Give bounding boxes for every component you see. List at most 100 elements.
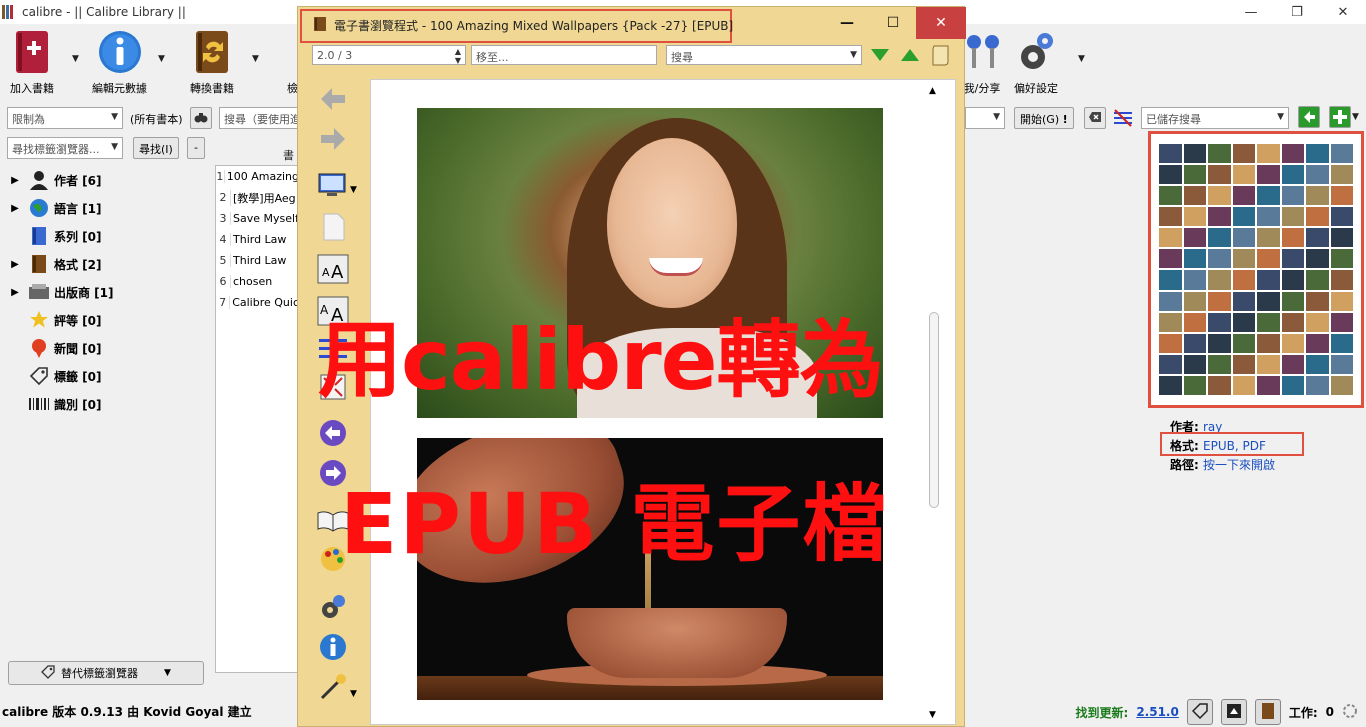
saved-search-back-button[interactable] bbox=[1298, 106, 1320, 128]
edit-metadata-button[interactable]: 編輯元數據 bbox=[92, 28, 147, 96]
add-books-button[interactable]: 加入書籍 bbox=[8, 28, 56, 96]
print-dropdown-icon[interactable]: ▼ bbox=[350, 689, 357, 699]
add-saved-search-button[interactable] bbox=[1329, 106, 1351, 128]
table-row[interactable]: 1 100 Amazing bbox=[216, 166, 299, 187]
expand-arrow-icon[interactable]: ▶ bbox=[8, 287, 22, 298]
saved-search-combo[interactable]: 已儲存搜尋 ▼ bbox=[1141, 107, 1289, 129]
row-number: 5 bbox=[219, 254, 227, 267]
cover-thumbnail-tile bbox=[1257, 312, 1280, 332]
cover-thumbnail-tile bbox=[1232, 249, 1255, 269]
convert-dropdown-icon[interactable]: ▼ bbox=[252, 54, 259, 64]
jobs-count[interactable]: 0 bbox=[1326, 705, 1334, 719]
book-cover[interactable] bbox=[1148, 131, 1364, 408]
table-row[interactable]: 4 Third Law bbox=[216, 229, 299, 250]
print-button[interactable] bbox=[316, 671, 350, 705]
scroll-down-icon[interactable]: ▼ bbox=[929, 710, 936, 720]
cover-thumbnail-tile bbox=[1208, 354, 1231, 374]
tag-browser-item[interactable]: 系列 [0] bbox=[0, 222, 210, 250]
book-list-header[interactable]: 書 bbox=[215, 143, 300, 165]
globe-icon bbox=[28, 197, 50, 219]
table-row[interactable]: 7 Calibre Quic bbox=[216, 292, 299, 313]
format-link[interactable]: EPUB, PDF bbox=[1203, 439, 1266, 453]
book-details-toggle-button[interactable] bbox=[1254, 699, 1281, 725]
metadata-button[interactable] bbox=[316, 631, 350, 665]
expand-arrow-icon[interactable]: ▶ bbox=[8, 203, 22, 214]
copy-button[interactable] bbox=[316, 169, 350, 203]
tag-browser-item[interactable]: 標籤 [0] bbox=[0, 362, 210, 390]
search-next-button[interactable] bbox=[871, 49, 889, 61]
search-input[interactable]: 搜尋（要使用進 bbox=[219, 107, 299, 129]
viewer-search-combo[interactable]: 搜尋 ▼ bbox=[666, 45, 862, 65]
edit-metadata-dropdown-icon[interactable]: ▼ bbox=[158, 54, 165, 64]
viewer-minimize-button[interactable]: — bbox=[824, 7, 870, 39]
find-tag-button[interactable]: 尋找(I) bbox=[133, 137, 179, 159]
font-larger-button[interactable]: AA bbox=[316, 253, 350, 287]
scroll-up-icon[interactable]: ▲ bbox=[929, 86, 936, 96]
binoculars-button[interactable] bbox=[190, 107, 212, 129]
position-spinner[interactable]: 2.0 / 3 ▲ ▼ bbox=[312, 45, 466, 65]
previous-page-button[interactable] bbox=[316, 417, 350, 451]
update-version-link[interactable]: 2.51.0 bbox=[1136, 705, 1179, 719]
forward-button[interactable] bbox=[316, 123, 350, 157]
copy-dropdown-icon[interactable]: ▼ bbox=[350, 185, 357, 195]
tag-browser-item[interactable]: 評等 [0] bbox=[0, 306, 210, 334]
cover-thumbnail-tile bbox=[1232, 144, 1255, 164]
close-button[interactable]: ✕ bbox=[1320, 0, 1366, 24]
restrict-combo[interactable]: 限制為 ▼ bbox=[7, 107, 123, 129]
tag-browser-item[interactable]: ▶ 語言 [1] bbox=[0, 194, 210, 222]
goto-input[interactable]: 移至... bbox=[471, 45, 657, 65]
tag-browser-item[interactable]: ▶ 格式 [2] bbox=[0, 250, 210, 278]
expand-arrow-icon[interactable]: ▶ bbox=[8, 259, 22, 270]
tag-browser-toggle-button[interactable] bbox=[1186, 699, 1213, 725]
cover-thumbnail-tile bbox=[1281, 165, 1304, 185]
back-button[interactable] bbox=[316, 83, 350, 117]
tag-browser-item[interactable]: ▶ 作者 [6] bbox=[0, 166, 210, 194]
cover-thumbnail-tile bbox=[1257, 165, 1280, 185]
main-window-title: calibre - || Calibre Library || bbox=[22, 5, 186, 19]
info-icon bbox=[96, 28, 144, 76]
scroll-thumb[interactable] bbox=[929, 312, 939, 508]
full-screen-button[interactable] bbox=[316, 211, 350, 245]
table-row[interactable]: 2 [教學]用Aeg bbox=[216, 187, 299, 208]
find-tag-input[interactable]: 尋找標籤瀏覽器... ▼ bbox=[7, 137, 123, 159]
alternate-tag-browser-button[interactable]: 替代標籤瀏覽器 ▼ bbox=[8, 661, 204, 685]
tag-browser-item[interactable]: ▶ 出版商 [1] bbox=[0, 278, 210, 306]
all-books-label: (所有書本) bbox=[130, 113, 183, 126]
preferences-dropdown-icon[interactable]: ▼ bbox=[1078, 54, 1085, 64]
tag-browser-item[interactable]: 識別 [0] bbox=[0, 390, 210, 418]
restore-button[interactable]: ❐ bbox=[1274, 0, 1320, 24]
viewer-preferences-button[interactable] bbox=[316, 591, 350, 625]
minimize-button[interactable]: — bbox=[1228, 0, 1274, 24]
convert-books-button[interactable]: 轉換書籍 bbox=[188, 28, 236, 96]
start-search-button[interactable]: 開始(G) ! bbox=[1014, 107, 1074, 129]
clear-icon bbox=[1088, 112, 1102, 127]
series-icon bbox=[28, 225, 50, 247]
search-history-combo[interactable]: ▼ bbox=[965, 107, 1005, 129]
viewer-scrollbar[interactable]: ▲ ▼ bbox=[927, 86, 941, 720]
preferences-button[interactable]: 偏好設定 bbox=[1012, 28, 1060, 96]
cover-grid-toggle-button[interactable] bbox=[1220, 699, 1247, 725]
table-row[interactable]: 5 Third Law bbox=[216, 250, 299, 271]
tag-browser-item-label: 作者 [6] bbox=[54, 173, 102, 188]
viewer-close-button[interactable]: ✕ bbox=[916, 7, 966, 39]
expand-arrow-icon[interactable]: ▶ bbox=[8, 175, 22, 186]
clear-search-button[interactable] bbox=[1084, 107, 1106, 129]
add-books-dropdown-icon[interactable]: ▼ bbox=[72, 54, 79, 64]
path-link[interactable]: 按一下來開啟 bbox=[1203, 458, 1275, 472]
scroll-icon[interactable] bbox=[930, 43, 952, 67]
cover-thumbnail-tile bbox=[1257, 333, 1280, 353]
saved-search-dropdown-icon[interactable]: ▼ bbox=[1352, 112, 1359, 122]
search-previous-button[interactable] bbox=[901, 49, 919, 61]
cover-thumbnail-tile bbox=[1208, 270, 1231, 290]
cover-thumbnail-tile bbox=[1208, 165, 1231, 185]
viewer-maximize-button[interactable]: ☐ bbox=[870, 7, 916, 39]
collapse-button[interactable]: - bbox=[187, 137, 205, 159]
highlight-toggle-icon[interactable] bbox=[1112, 108, 1134, 128]
tag-browser-item[interactable]: 新聞 [0] bbox=[0, 334, 210, 362]
book-title-cell: Calibre Quic bbox=[229, 296, 299, 309]
jobs-label: 工作: bbox=[1288, 705, 1318, 720]
table-row[interactable]: 6 chosen bbox=[216, 271, 299, 292]
cover-thumbnail-tile bbox=[1159, 375, 1182, 395]
cover-thumbnail-tile bbox=[1281, 291, 1304, 311]
table-row[interactable]: 3 Save Myself bbox=[216, 208, 299, 229]
